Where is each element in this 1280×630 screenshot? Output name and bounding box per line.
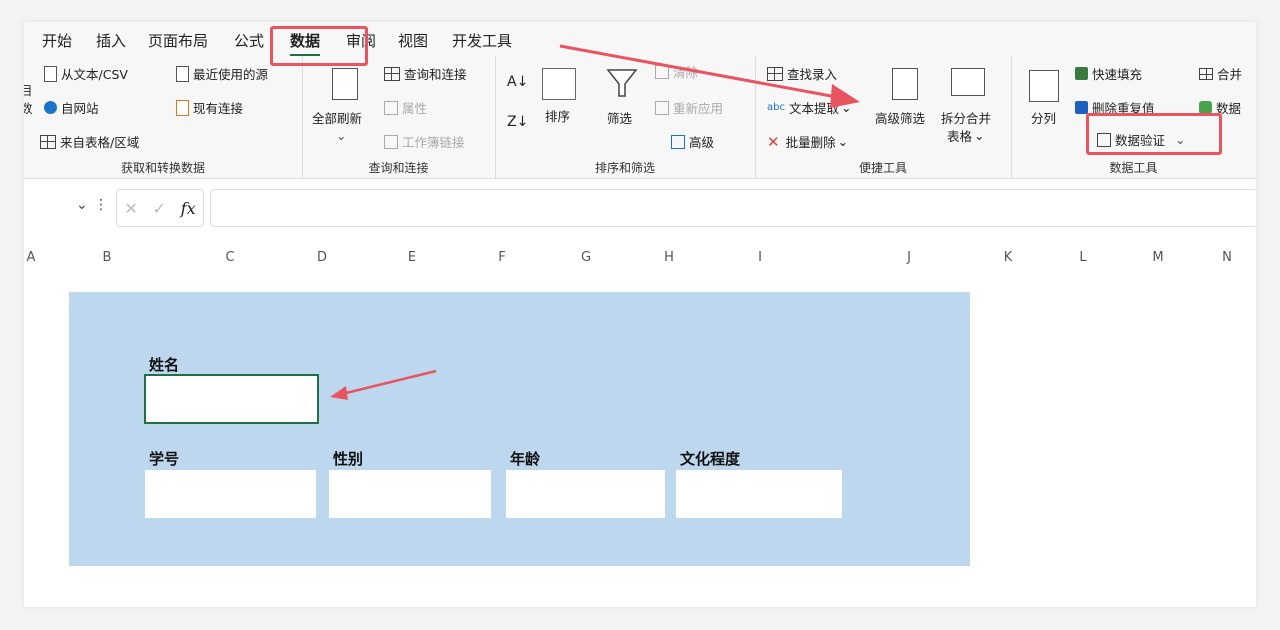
annotation-arrows (330, 44, 860, 400)
arrow-head (330, 386, 348, 400)
arrow-to-ribbon (559, 44, 843, 100)
arrow-to-name-input (341, 369, 437, 396)
excel-window: 开始 插入 页面布局 公式 数据 审阅 视图 开发工具 目 数 从文本/CSV … (24, 22, 1256, 607)
arrow-head (830, 84, 860, 108)
